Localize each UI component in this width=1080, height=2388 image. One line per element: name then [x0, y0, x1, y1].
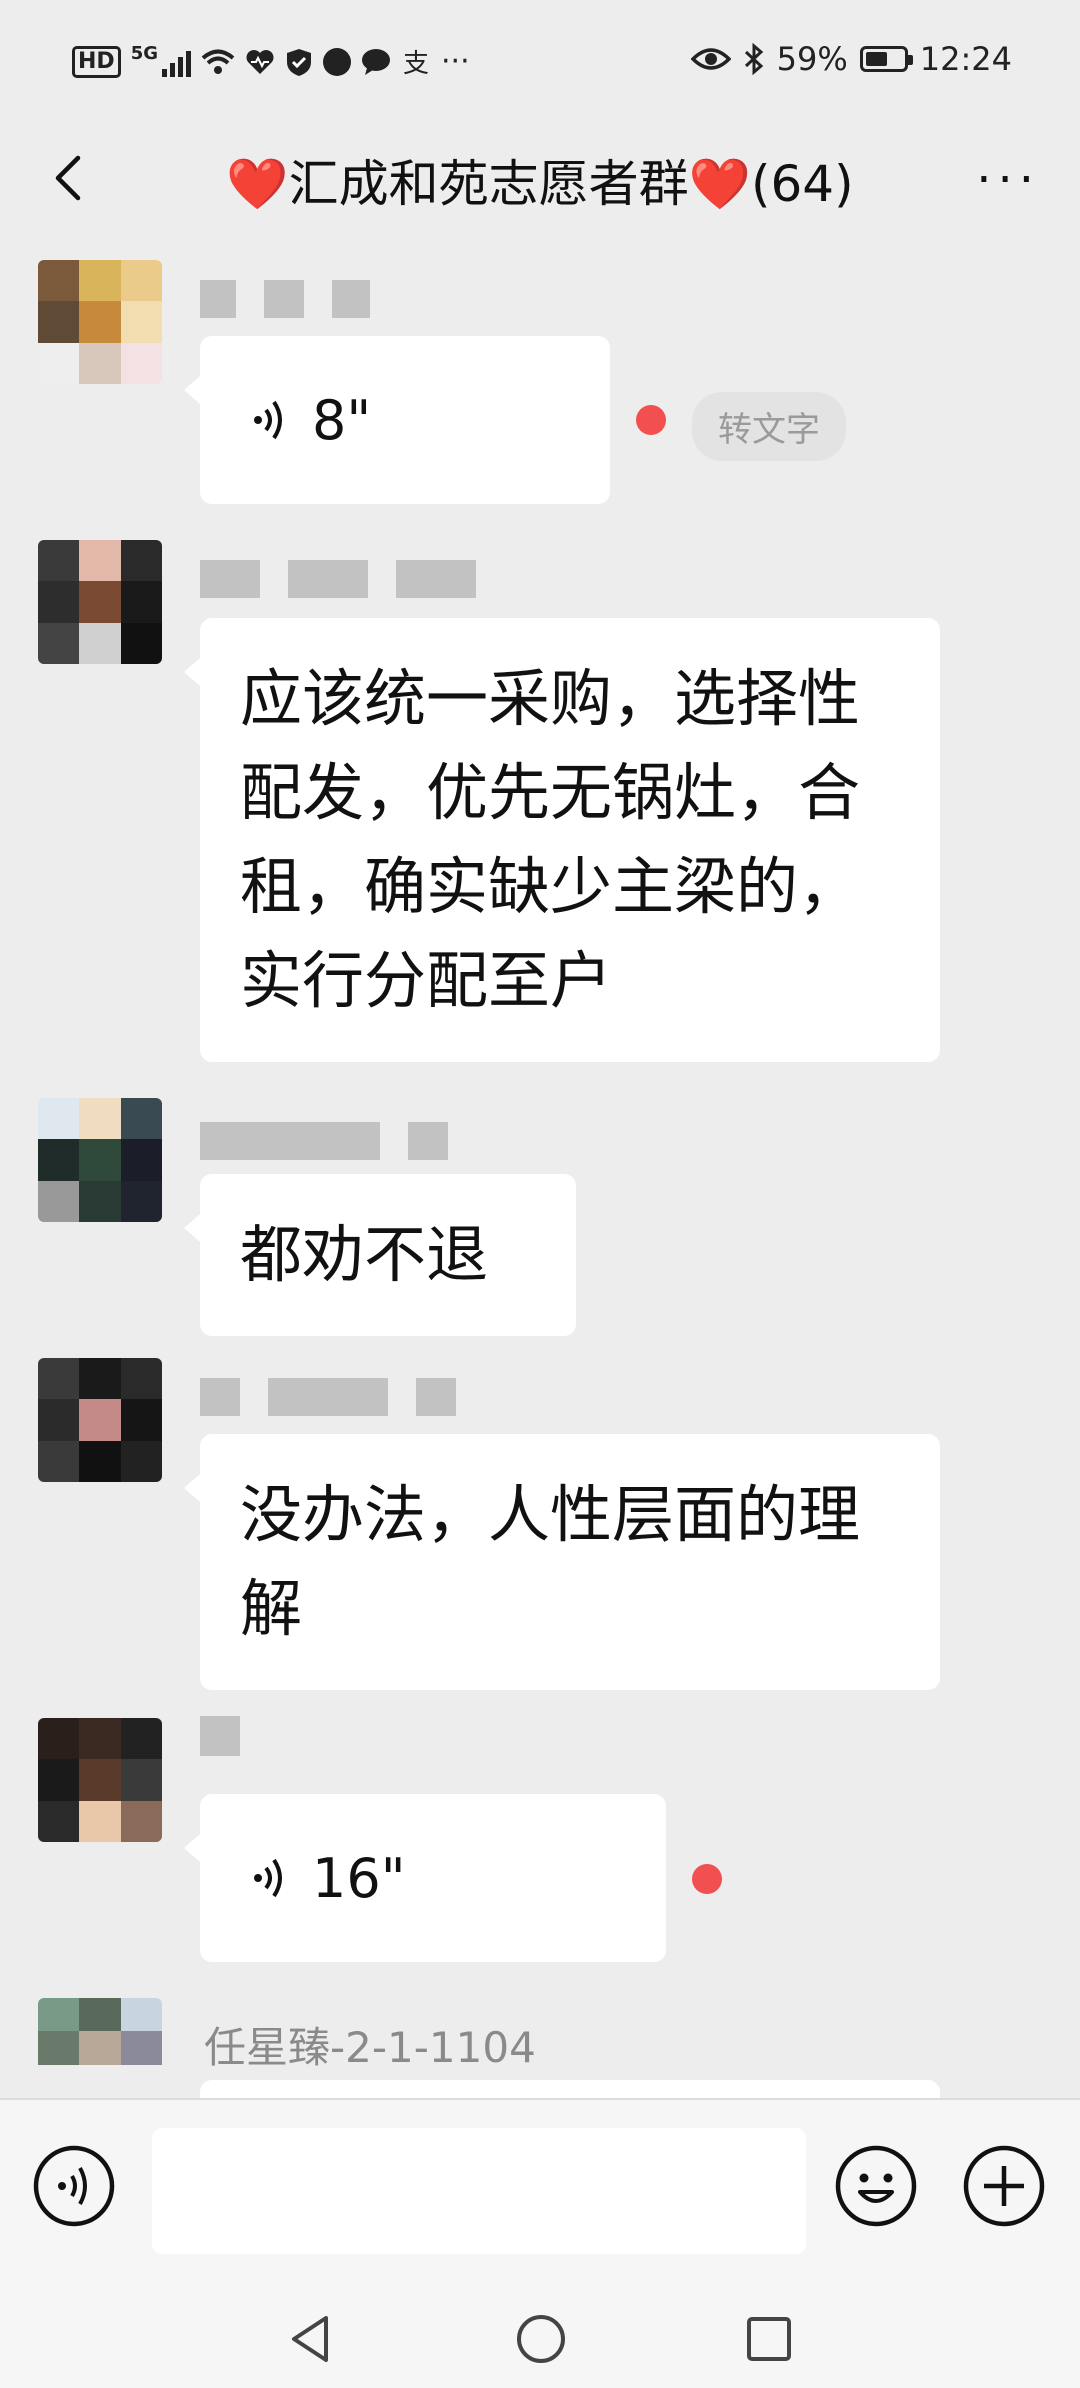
bluetooth-icon — [744, 43, 763, 75]
sender-name-blurred — [200, 1378, 456, 1416]
system-nav-bar — [0, 2290, 1080, 2388]
message-text: 应该统一采购，选择性配发，优先无锅灶，合租，确实缺少主梁的，实行分配至户 — [240, 662, 861, 1017]
text-message-bubble[interactable]: 没办法，人性层面的理解 — [184, 1434, 940, 1690]
sender-name-blurred — [200, 280, 370, 318]
emoji-icon[interactable] — [834, 2144, 918, 2228]
sender-name: 任星臻-2-1-1104 — [204, 2023, 536, 2072]
battery-percent: 59% — [776, 40, 848, 78]
chat-header: ❤️汇成和苑志愿者群❤️(64) ··· — [0, 130, 1080, 230]
voice-duration: 16" — [312, 1846, 406, 1910]
avatar[interactable] — [38, 260, 162, 384]
voice-duration: 8" — [312, 388, 372, 452]
message-input[interactable] — [152, 2128, 806, 2254]
voice-message-bubble[interactable]: 16" — [184, 1794, 666, 1962]
clock: 12:24 — [919, 40, 1012, 78]
voice-message-bubble[interactable]: 8" — [184, 336, 610, 504]
message-icon — [362, 48, 390, 75]
app-notification-icon — [323, 47, 351, 76]
battery-fill — [865, 52, 888, 66]
health-icon — [246, 49, 274, 74]
plus-icon[interactable] — [962, 2144, 1046, 2228]
eye-icon — [690, 48, 731, 70]
nav-home-icon[interactable] — [514, 2312, 568, 2366]
status-left: HD 5G 支 ··· — [72, 43, 470, 79]
svg-text:支: 支 — [403, 49, 429, 77]
signal-icon — [162, 47, 191, 77]
member-count: (64) — [750, 155, 854, 213]
message-text: 都劝不退 — [240, 1218, 489, 1291]
5g-icon: 5G — [130, 43, 158, 64]
group-name: 汇成和苑志愿者群 — [288, 155, 689, 213]
more-options-button[interactable]: ··· — [976, 156, 1040, 204]
text-message-bubble[interactable] — [184, 2080, 940, 2148]
input-bar — [0, 2098, 1080, 2292]
shield-icon — [287, 48, 311, 76]
text-message-bubble[interactable]: 应该统一采购，选择性配发，优先无锅灶，合租，确实缺少主梁的，实行分配至户 — [184, 618, 940, 1062]
avatar[interactable] — [38, 540, 162, 664]
sender-name-blurred — [200, 560, 476, 598]
avatar[interactable] — [38, 1358, 162, 1482]
avatar[interactable] — [38, 1718, 162, 1842]
avatar[interactable] — [38, 1998, 162, 2098]
heart-icon: ❤️ — [688, 155, 751, 213]
text-message-bubble[interactable]: 都劝不退 — [184, 1174, 576, 1336]
avatar[interactable] — [38, 1098, 162, 1222]
unread-dot — [636, 405, 666, 435]
unread-dot — [692, 1864, 722, 1894]
alipay-icon: 支 — [403, 49, 429, 77]
nav-recent-apps-icon[interactable] — [742, 2312, 796, 2366]
sender-name-blurred — [200, 1122, 448, 1160]
more-notifications: ··· — [441, 44, 470, 79]
status-bar: HD 5G 支 ··· 59% 12:24 — [0, 0, 1080, 130]
sender-name-blurred — [200, 1716, 240, 1756]
nav-back-icon[interactable] — [284, 2312, 338, 2366]
voice-wave-icon — [254, 400, 282, 440]
chat-title: ❤️汇成和苑志愿者群❤️(64) — [0, 144, 1080, 216]
voice-wave-icon — [254, 1858, 282, 1898]
hd-icon: HD — [72, 45, 121, 78]
battery-icon — [859, 46, 913, 72]
voice-input-icon[interactable] — [32, 2144, 116, 2228]
status-right: 59% 12:24 — [690, 40, 1012, 78]
heart-icon: ❤️ — [226, 155, 289, 213]
wifi-icon — [201, 49, 235, 74]
message-text: 没办法，人性层面的理解 — [240, 1478, 861, 1645]
convert-to-text-button[interactable]: 转文字 — [692, 392, 846, 461]
